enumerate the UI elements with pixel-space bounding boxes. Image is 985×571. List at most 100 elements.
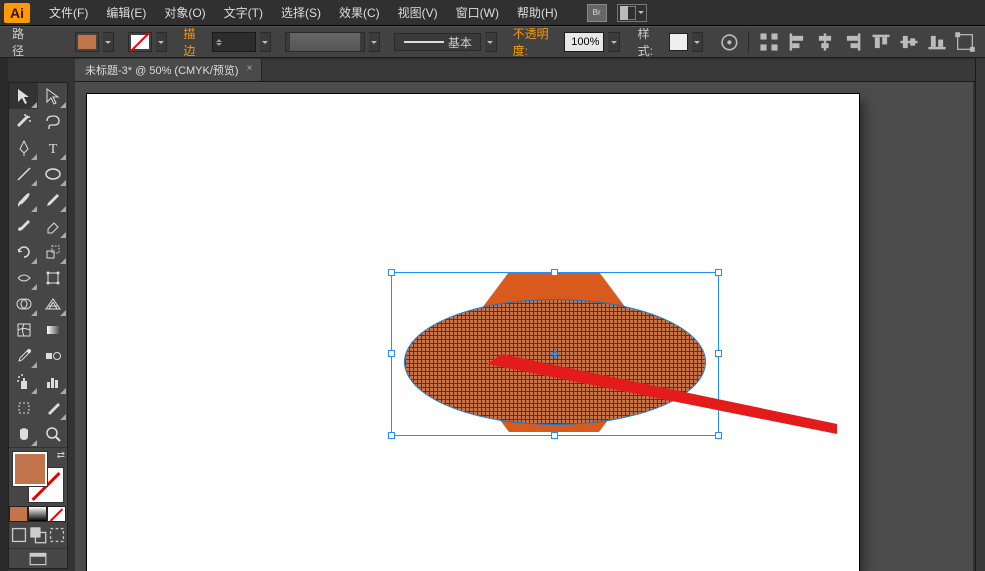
scale-tool[interactable] [38, 239, 67, 265]
transform-panel-button[interactable] [953, 30, 977, 54]
draw-inside-icon[interactable] [48, 526, 66, 544]
pencil-tool[interactable] [38, 187, 67, 213]
menu-effect[interactable]: 效果(C) [330, 0, 389, 26]
type-tool[interactable]: T [38, 135, 67, 161]
stroke-swatch-dropdown[interactable] [156, 32, 167, 52]
ellipse-tool[interactable] [38, 161, 67, 187]
gradient-tool[interactable] [38, 317, 67, 343]
variable-width-profile[interactable] [285, 32, 365, 52]
slice-tool[interactable] [38, 395, 67, 421]
handle-middle-left[interactable] [388, 350, 395, 357]
selection-tool[interactable] [9, 83, 38, 109]
handle-top-left[interactable] [388, 269, 395, 276]
close-tab-button[interactable]: × [245, 64, 255, 74]
width-tool[interactable] [9, 265, 38, 291]
brush-definition[interactable]: 基本 [394, 33, 481, 51]
canvas-area[interactable] [75, 82, 973, 571]
align-bottom-button[interactable] [925, 30, 949, 54]
eraser-icon [44, 217, 62, 235]
menu-object[interactable]: 对象(O) [155, 0, 214, 26]
shape-builder-tool[interactable] [9, 291, 38, 317]
align-left-button[interactable] [785, 30, 809, 54]
workspace-mode-strip[interactable] [0, 58, 8, 571]
stroke-label[interactable]: 描边 [183, 25, 204, 59]
handle-top-middle[interactable] [551, 269, 558, 276]
blend-tool[interactable] [38, 343, 67, 369]
lasso-tool[interactable] [38, 109, 67, 135]
recolor-artwork-button[interactable] [719, 30, 740, 54]
align-left-icon [786, 31, 808, 53]
fill-swatch-dropdown[interactable] [103, 32, 114, 52]
stroke-weight-dropdown[interactable] [260, 32, 271, 52]
menu-select[interactable]: 选择(S) [272, 0, 330, 26]
handle-bottom-right[interactable] [715, 432, 722, 439]
hand-tool[interactable] [9, 421, 38, 447]
graphic-style-swatch[interactable] [669, 33, 688, 51]
swap-fill-stroke-icon[interactable]: ⇄ [57, 450, 65, 461]
free-transform-tool[interactable] [38, 265, 67, 291]
brush-line-preview [404, 41, 444, 43]
width-icon [15, 269, 33, 287]
menu-window[interactable]: 窗口(W) [447, 0, 508, 26]
handle-top-right[interactable] [715, 269, 722, 276]
perspective-grid-tool[interactable] [38, 291, 67, 317]
direct-selection-tool[interactable] [38, 83, 67, 109]
screen-mode-button[interactable] [9, 548, 67, 568]
free-transform-icon [44, 269, 62, 287]
paintbrush-tool[interactable] [9, 187, 38, 213]
goto-bridge-button[interactable]: Br [587, 4, 607, 22]
align-hcenter-button[interactable] [813, 30, 837, 54]
magic-wand-tool[interactable] [9, 109, 38, 135]
align-top-icon [870, 31, 892, 53]
handle-bottom-left[interactable] [388, 432, 395, 439]
eyedropper-tool[interactable] [9, 343, 38, 369]
stroke-weight-field[interactable] [212, 32, 256, 52]
opacity-dropdown[interactable] [608, 32, 619, 52]
color-mode-gradient[interactable] [28, 506, 47, 522]
stroke-swatch[interactable] [128, 32, 152, 52]
column-graph-tool[interactable] [38, 369, 67, 395]
brush-definition-dropdown[interactable] [485, 32, 496, 52]
rotate-tool[interactable] [9, 239, 38, 265]
fill-stroke-control[interactable]: ⇄ [9, 448, 67, 506]
menu-file[interactable]: 文件(F) [40, 0, 97, 26]
arrange-documents-button[interactable] [617, 4, 647, 22]
color-mode-none[interactable] [47, 506, 66, 522]
draw-behind-icon[interactable] [29, 526, 47, 544]
pen-tool[interactable] [9, 135, 38, 161]
artboard[interactable] [87, 94, 859, 571]
variable-width-profile-dropdown[interactable] [369, 32, 380, 52]
eraser-tool[interactable] [38, 213, 67, 239]
draw-normal-icon[interactable] [10, 526, 28, 544]
magic-wand-icon [15, 113, 33, 131]
opacity-field[interactable]: 100% [564, 32, 604, 52]
handle-bottom-middle[interactable] [551, 432, 558, 439]
align-top-button[interactable] [869, 30, 893, 54]
align-vcenter-button[interactable] [897, 30, 921, 54]
handle-middle-right[interactable] [715, 350, 722, 357]
menu-help[interactable]: 帮助(H) [508, 0, 567, 26]
selection-bounding-box[interactable] [391, 272, 719, 436]
fill-swatch[interactable] [75, 32, 99, 52]
menu-edit[interactable]: 编辑(E) [97, 0, 155, 26]
artboard-tool[interactable] [9, 395, 38, 421]
mesh-tool[interactable] [9, 317, 38, 343]
zoom-tool[interactable] [38, 421, 67, 447]
line-segment-tool[interactable] [9, 161, 38, 187]
align-panel-button[interactable] [757, 30, 781, 54]
menu-type[interactable]: 文字(T) [215, 0, 272, 26]
color-wheel-icon [720, 33, 739, 52]
color-mode-solid[interactable] [9, 506, 28, 522]
blob-brush-tool[interactable] [9, 213, 38, 239]
align-transform-cluster [757, 30, 977, 54]
document-tab[interactable]: 未标题-3* @ 50% (CMYK/预览) × [75, 59, 262, 81]
opacity-label[interactable]: 不透明度: [513, 25, 557, 59]
right-panel-dock[interactable] [975, 58, 985, 571]
menu-view[interactable]: 视图(V) [389, 0, 447, 26]
stroke-weight-stepper[interactable] [213, 36, 225, 49]
symbol-sprayer-tool[interactable] [9, 369, 38, 395]
ellipse-icon [44, 165, 62, 183]
graphic-style-dropdown[interactable] [692, 32, 703, 52]
fill-proxy[interactable] [13, 452, 47, 486]
align-right-button[interactable] [841, 30, 865, 54]
